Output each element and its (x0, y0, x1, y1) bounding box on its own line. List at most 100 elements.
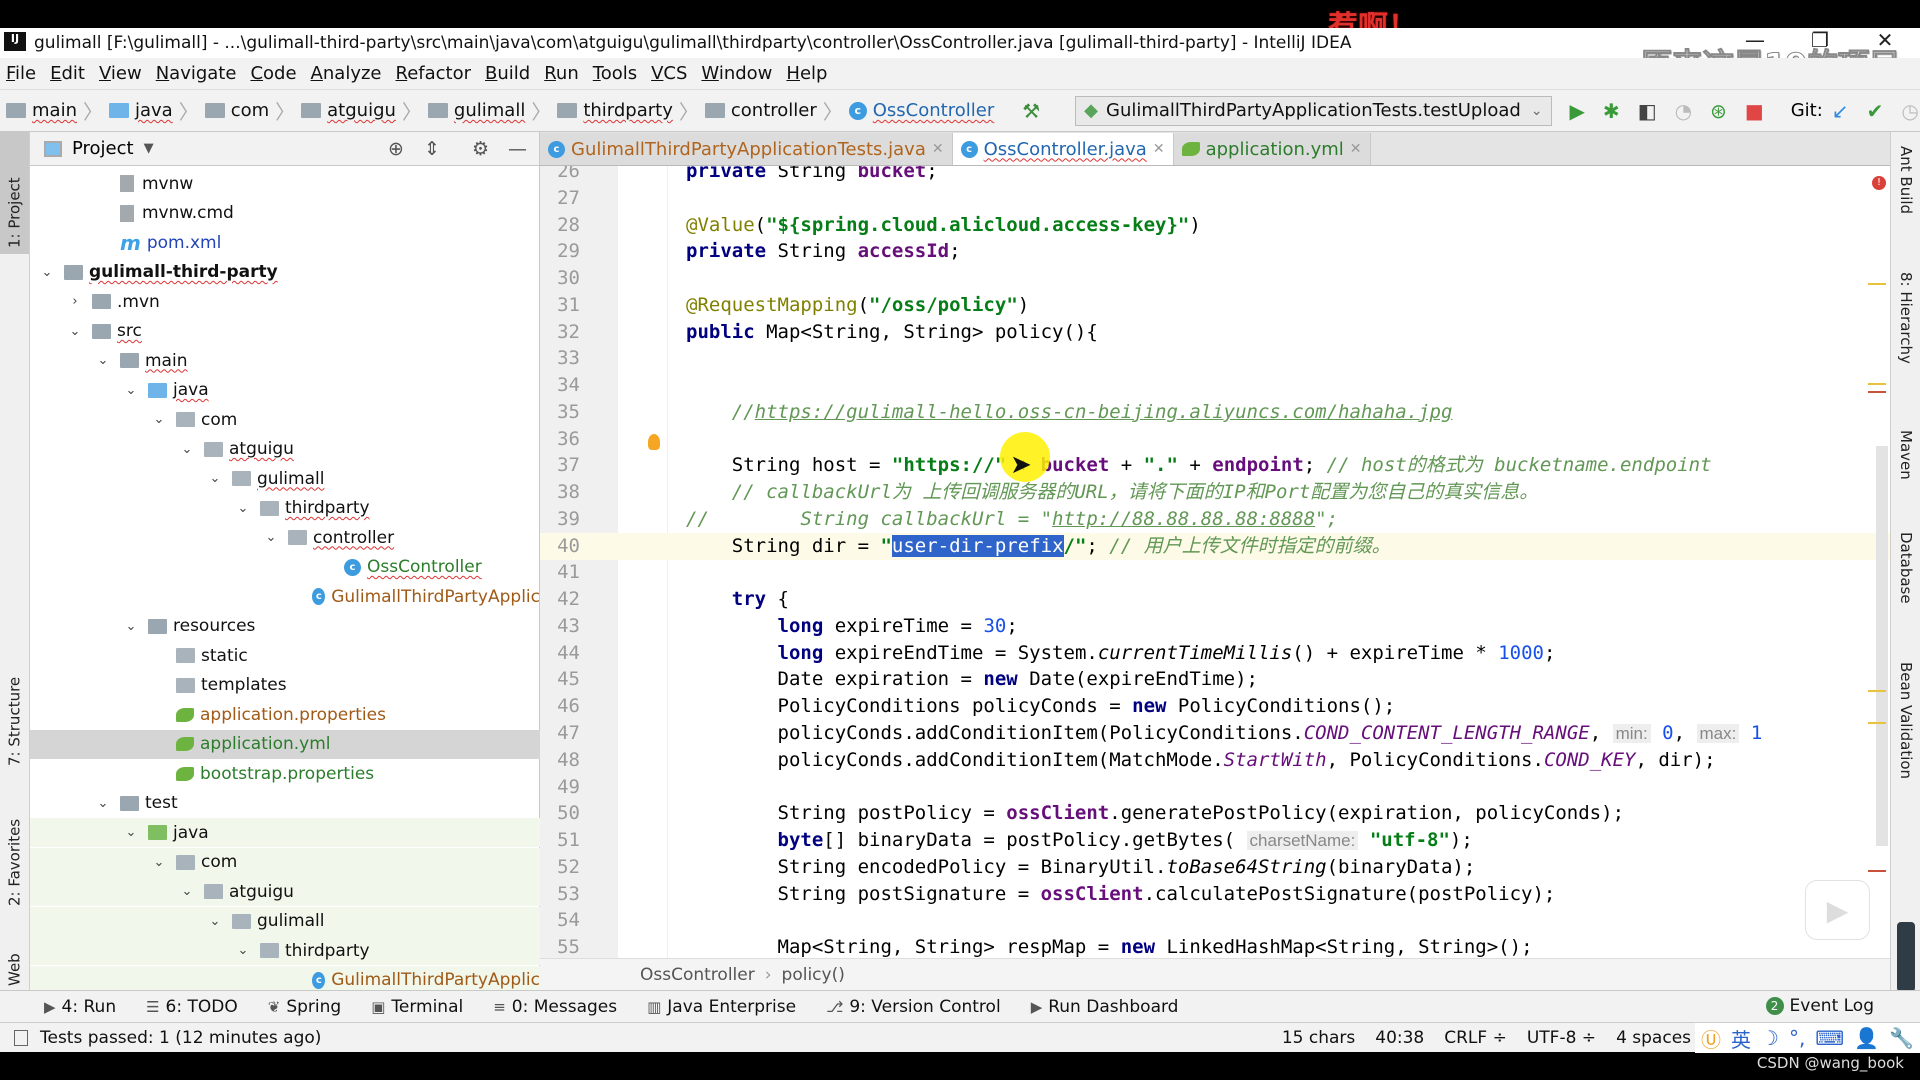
tree-item[interactable]: › .mvn (30, 287, 540, 316)
tool-tab-hierarchy[interactable]: 8: Hierarchy (1892, 272, 1920, 402)
run-configuration-select[interactable]: ◆ GulimallThirdPartyApplicationTests.tes… (1075, 95, 1552, 126)
tool-tab-favorites[interactable]: 2: Favorites (0, 772, 29, 912)
tab-osscontroller[interactable]: c OssController.java ✕ (952, 133, 1174, 165)
ime-language-icon[interactable]: 英 (1731, 1024, 1751, 1053)
tool-window-run[interactable]: ▶ 4: Run (44, 997, 116, 1017)
tree-item[interactable]: templates (30, 671, 540, 700)
breadcrumb-thirdparty[interactable]: thirdparty 〉 (557, 96, 699, 125)
code-line[interactable]: 41 (540, 559, 1890, 586)
code-line[interactable]: 50 String postPolicy = ossClient.generat… (540, 800, 1890, 827)
tree-item[interactable]: ⌄ atguigu (30, 435, 540, 464)
dropdown-arrow-icon[interactable]: ▼ (144, 141, 154, 156)
line-separator[interactable]: CRLF ÷ (1444, 1028, 1507, 1048)
tool-window-run-dashboard[interactable]: ▶ Run Dashboard (1031, 997, 1179, 1017)
tool-window-messages[interactable]: ≡ 0: Messages (493, 997, 617, 1017)
menu-analyze[interactable]: Analyze (311, 63, 382, 84)
tool-window-todo[interactable]: ☰ 6: TODO (146, 997, 238, 1017)
stop-icon[interactable]: ■ (1745, 99, 1764, 123)
expand-chevron-icon[interactable]: ⌄ (40, 265, 54, 280)
tree-item[interactable]: application.yml (30, 729, 540, 759)
hide-panel-icon[interactable]: — (508, 138, 527, 160)
project-view-selector[interactable]: Project (72, 138, 134, 159)
tree-item[interactable]: ⌄ src (30, 317, 540, 346)
video-play-button[interactable]: ▶ (1805, 880, 1870, 940)
code-line[interactable]: 35 //https://gulimall-hello.oss-cn-beiji… (540, 399, 1890, 426)
breadcrumb-com[interactable]: com 〉 (204, 96, 295, 125)
close-tab-icon[interactable]: ✕ (1153, 141, 1165, 157)
code-line[interactable]: 48 policyConds.addConditionItem(MatchMod… (540, 747, 1890, 774)
code-line[interactable]: 28 @Value("${spring.cloud.alicloud.access… (540, 212, 1890, 239)
expand-chevron-icon[interactable]: ⌄ (264, 530, 278, 545)
close-tab-icon[interactable]: ✕ (1350, 141, 1362, 157)
tree-item[interactable]: static (30, 641, 540, 670)
code-editor[interactable]: 26 private String bucket; 27 28 @Value("${sp… (540, 166, 1890, 958)
debug-bug-icon[interactable]: ✱ (1603, 99, 1620, 123)
close-tab-icon[interactable]: ✕ (932, 141, 944, 157)
code-line[interactable]: 37 String host = "https://" + bucket + "… (540, 452, 1890, 479)
code-line[interactable]: 27 (540, 185, 1890, 212)
breadcrumb-gulimall[interactable]: gulimall 〉 (427, 96, 551, 125)
coverage-icon[interactable]: ◧ (1638, 99, 1657, 123)
menu-refactor[interactable]: Refactor (396, 63, 472, 84)
tool-window-java-enterprise[interactable]: ▥ Java Enterprise (647, 997, 796, 1017)
tool-tab-structure[interactable]: 7: Structure (0, 632, 29, 772)
expand-chevron-icon[interactable]: ⌄ (236, 501, 250, 516)
code-line[interactable]: 30 (540, 265, 1890, 292)
tree-item[interactable]: ⌄ gulimall (30, 906, 540, 936)
git-commit-icon[interactable]: ✔ (1867, 99, 1884, 123)
code-line[interactable]: 39 // String callbackUrl = "http://88.88.… (540, 506, 1890, 533)
build-hammer-icon[interactable]: ⚒ (1022, 99, 1040, 123)
tool-tab-project[interactable]: 1: Project (0, 132, 29, 254)
menu-vcs[interactable]: VCS (651, 63, 687, 84)
tree-item[interactable]: ⌄ thirdparty (30, 494, 540, 523)
menu-code[interactable]: Code (250, 63, 296, 84)
tree-item[interactable]: bootstrap.properties (30, 759, 540, 788)
tool-window-terminal[interactable]: ▣ Terminal (371, 997, 463, 1017)
tree-item[interactable]: application.properties (30, 700, 540, 729)
expand-chevron-icon[interactable]: ⌄ (180, 442, 194, 457)
code-line[interactable]: 33 (540, 345, 1890, 372)
expand-chevron-icon[interactable]: ⌄ (68, 324, 82, 339)
tree-item[interactable]: c GulimallThirdPartyApplic (30, 582, 540, 611)
crumb-method[interactable]: policy() (782, 965, 845, 985)
menu-help[interactable]: Help (786, 63, 827, 84)
tool-tab-bean-validation[interactable]: Bean Validation (1892, 662, 1920, 832)
code-line[interactable]: 46 PolicyConditions policyConds = new Po… (540, 693, 1890, 720)
ime-settings-icon[interactable]: 🔧 (1889, 1026, 1914, 1050)
expand-chevron-icon[interactable]: ⌄ (152, 855, 166, 870)
vertical-scrollbar[interactable] (1876, 446, 1888, 846)
crumb-class[interactable]: OssController (640, 965, 755, 985)
tool-tab-database[interactable]: Database (1892, 532, 1920, 652)
code-line[interactable]: 54 (540, 907, 1890, 934)
tab-application-yml[interactable]: application.yml ✕ (1173, 133, 1371, 165)
tree-item[interactable]: ⌄ gulimall-third-party (30, 258, 540, 287)
code-line[interactable]: 36 (540, 426, 1890, 453)
tool-tab-maven[interactable]: Maven (1892, 430, 1920, 520)
menu-window[interactable]: Window (701, 63, 772, 84)
expand-chevron-icon[interactable]: ⌄ (152, 412, 166, 427)
expand-chevron-icon[interactable]: ⌄ (96, 796, 110, 811)
expand-chevron-icon[interactable]: ⌄ (208, 471, 222, 486)
tab-gulimall-tests[interactable]: c GulimallThirdPartyApplicationTests.jav… (540, 133, 953, 165)
breadcrumb-main[interactable]: main 〉 (6, 96, 103, 125)
run-icon[interactable]: ▶ (1570, 99, 1585, 123)
ime-keyboard-icon[interactable]: ⌨ (1815, 1026, 1844, 1050)
tool-window-version-control[interactable]: ⎇ 9: Version Control (826, 997, 1001, 1017)
expand-chevron-icon[interactable]: ⌄ (124, 619, 138, 634)
breadcrumb-osscontroller[interactable]: c OssController (848, 100, 994, 121)
profiler-icon[interactable]: ◔ (1675, 99, 1692, 123)
tree-item[interactable]: m pom.xml (30, 228, 540, 257)
expand-chevron-icon[interactable]: ⌄ (180, 884, 194, 899)
code-line[interactable]: 53 String postSignature = ossClient.calc… (540, 881, 1890, 908)
code-line[interactable]: 43 long expireTime = 30; (540, 613, 1890, 640)
breadcrumb-java[interactable]: java 〉 (108, 96, 199, 125)
code-line[interactable]: 47 policyConds.addConditionItem(PolicyCo… (540, 720, 1890, 747)
ime-punctuation-icon[interactable]: °, (1789, 1026, 1805, 1050)
attach-debugger-icon[interactable]: ⊛ (1710, 99, 1727, 123)
ime-user-icon[interactable]: 👤 (1854, 1026, 1879, 1050)
tree-item[interactable]: ⌄ java (30, 818, 540, 847)
code-line[interactable]: 51 byte[] binaryData = postPolicy.getByt… (540, 827, 1890, 854)
tree-item[interactable]: ⌄ controller (30, 523, 540, 552)
code-line[interactable]: 31 @RequestMapping("/oss/policy") (540, 292, 1890, 319)
menu-file[interactable]: File (6, 63, 36, 84)
